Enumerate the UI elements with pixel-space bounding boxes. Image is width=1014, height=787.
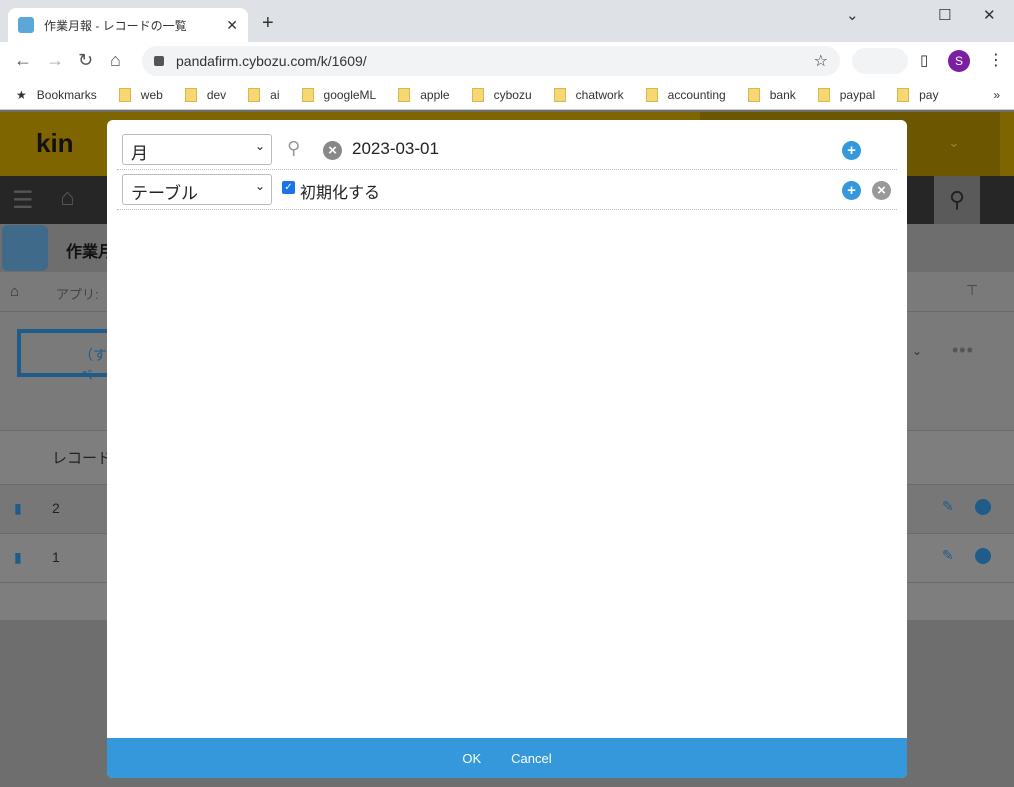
- folder-icon: [747, 87, 760, 102]
- search-button[interactable]: ⚲: [934, 176, 980, 224]
- side-panel-icon[interactable]: ▯: [920, 51, 928, 69]
- extensions-group[interactable]: [852, 48, 908, 74]
- close-window-button[interactable]: ✕: [983, 6, 996, 24]
- folder-icon: [817, 87, 830, 102]
- edit-icon[interactable]: ✎: [942, 547, 954, 564]
- folder-icon: [118, 87, 131, 102]
- maximize-button[interactable]: ☐: [938, 6, 951, 24]
- ok-button[interactable]: OK: [462, 751, 481, 766]
- logo: kin: [36, 128, 74, 158]
- add-icon[interactable]: +: [842, 181, 861, 200]
- hamburger-icon[interactable]: ☰: [12, 186, 34, 215]
- folder-icon: [248, 87, 261, 102]
- home-icon[interactable]: ⌂: [110, 50, 121, 71]
- bookmark[interactable]: ai: [248, 87, 280, 102]
- folder-icon: [301, 87, 314, 102]
- chevron-down-icon[interactable]: ⌄: [912, 344, 922, 358]
- field-select[interactable]: 月 ⌄: [122, 134, 272, 165]
- bookmarks-bar: ★ Bookmarks web dev ai googleML apple cyb…: [0, 80, 1014, 110]
- browser-tab[interactable]: 作業月報 - レコードの一覧 ✕: [8, 8, 248, 42]
- lock-icon: [154, 56, 164, 66]
- app-icon: [2, 225, 48, 271]
- app-favicon-icon: [18, 17, 34, 33]
- search-icon[interactable]: ⚲: [287, 138, 300, 159]
- bookmark[interactable]: pay: [897, 87, 938, 102]
- breadcrumb-app[interactable]: アプリ:: [56, 284, 99, 303]
- document-icon: ▮: [14, 549, 22, 565]
- url-text: pandafirm.cybozu.com/k/1609/: [176, 53, 367, 69]
- edit-icon[interactable]: ✎: [942, 498, 954, 515]
- reload-icon[interactable]: ↻: [78, 50, 93, 71]
- forward-icon[interactable]: →: [46, 50, 64, 71]
- chevron-down-icon[interactable]: ⌄: [948, 134, 960, 151]
- folder-icon: [645, 87, 658, 102]
- delete-icon[interactable]: [975, 548, 991, 564]
- condition-row: テーブル ⌄ ✓ 初期化する + ×: [117, 170, 897, 210]
- add-icon[interactable]: +: [842, 141, 861, 160]
- menu-icon[interactable]: ⋮: [988, 50, 1004, 70]
- bookmark[interactable]: paypal: [817, 87, 875, 102]
- tab-title: 作業月報 - レコードの一覧: [44, 18, 187, 33]
- initialize-checkbox[interactable]: ✓: [282, 181, 295, 194]
- bookmark[interactable]: bank: [747, 87, 796, 102]
- folder-icon: [471, 87, 484, 102]
- bookmark[interactable]: cybozu: [471, 87, 532, 102]
- star-icon[interactable]: ☆: [814, 51, 828, 71]
- clear-icon[interactable]: ×: [323, 141, 342, 160]
- condition-row: 月 ⌄ ⚲ × 2023-03-01 +: [117, 130, 897, 170]
- home-icon[interactable]: ⌂: [60, 184, 75, 212]
- delete-icon[interactable]: [975, 499, 991, 515]
- minimize-button[interactable]: ⌄: [846, 6, 859, 24]
- bookmark[interactable]: web: [118, 87, 163, 102]
- address-bar[interactable]: pandafirm.cybozu.com/k/1609/ ☆: [142, 46, 840, 76]
- bookmark[interactable]: accounting: [645, 87, 726, 102]
- folder-icon: [184, 87, 197, 102]
- back-icon[interactable]: ←: [14, 50, 32, 71]
- settings-dialog: 月 ⌄ ⚲ × 2023-03-01 + テーブル ⌄ ✓ 初期化する + × OK…: [107, 120, 907, 778]
- folder-icon: [553, 87, 566, 102]
- document-icon: ▮: [14, 500, 22, 516]
- bookmark[interactable]: dev: [184, 87, 226, 102]
- dialog-footer: OK Cancel: [107, 738, 907, 778]
- bookmark[interactable]: googleML: [301, 87, 376, 102]
- folder-icon: [897, 87, 910, 102]
- folder-icon: [398, 87, 411, 102]
- more-bookmarks-icon[interactable]: »: [993, 88, 1000, 102]
- bookmark[interactable]: chatwork: [553, 87, 624, 102]
- view-selector[interactable]: （すべ: [17, 329, 117, 383]
- remove-icon[interactable]: ×: [872, 181, 891, 200]
- bookmarks-item[interactable]: ★ Bookmarks: [16, 88, 97, 102]
- more-icon[interactable]: •••: [952, 340, 974, 361]
- avatar[interactable]: S: [948, 50, 970, 72]
- table-select[interactable]: テーブル ⌄: [122, 174, 272, 205]
- home-icon[interactable]: ⌂: [10, 283, 19, 300]
- bookmark[interactable]: apple: [398, 87, 450, 102]
- cancel-button[interactable]: Cancel: [511, 751, 551, 766]
- checkbox-label: 初期化する: [300, 185, 381, 202]
- pin-icon[interactable]: ⊤: [966, 282, 978, 299]
- date-value[interactable]: 2023-03-01: [352, 139, 439, 159]
- new-tab-button[interactable]: +: [262, 12, 274, 35]
- close-tab-icon[interactable]: ✕: [226, 17, 238, 34]
